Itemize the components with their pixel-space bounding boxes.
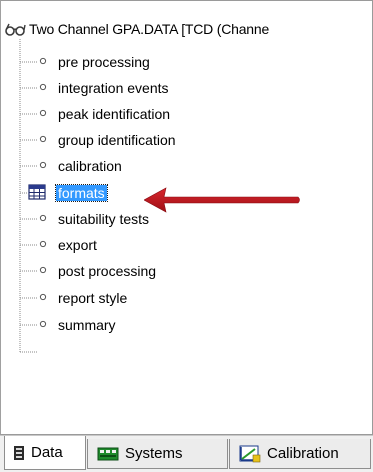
tab-label: Calibration — [267, 445, 339, 462]
tree-item-label: peak identification — [58, 106, 171, 122]
tree-item-label: group identification — [58, 132, 176, 148]
tree-item-label: calibration — [58, 158, 122, 174]
tree-item-formats[interactable]: formats — [28, 184, 108, 202]
tree-item-integration-events[interactable]: integration events — [39, 79, 171, 97]
tree-view[interactable]: Two Channel GPA.DATA [TCD (Channe pre pr… — [0, 0, 373, 435]
tree-item-export[interactable]: export — [39, 236, 99, 254]
tree-item-group-identification[interactable]: group identification — [39, 131, 178, 149]
glasses-icon — [5, 23, 26, 36]
tab-data[interactable]: Data — [4, 436, 86, 470]
tree-root-label: Two Channel GPA.DATA [TCD (Channe — [29, 21, 270, 37]
bullet-dot-icon — [39, 293, 47, 301]
tab-label: Data — [31, 444, 63, 461]
tree-item-summary[interactable]: summary — [39, 316, 118, 334]
tree-item-suitability-tests[interactable]: suitability tests — [39, 210, 151, 228]
systems-board-icon — [97, 447, 119, 460]
calibration-chart-icon — [239, 445, 261, 462]
method-tree-window: Two Channel GPA.DATA [TCD (Channe pre pr… — [0, 0, 373, 472]
bullet-dot-icon — [39, 83, 47, 91]
tree-item-label: summary — [58, 317, 116, 333]
tree-item-label: report style — [58, 290, 128, 306]
red-arrow-icon — [144, 187, 300, 213]
tree-item-label: suitability tests — [58, 211, 150, 227]
bullet-dot-icon — [39, 135, 47, 143]
bullet-dot-icon — [39, 109, 47, 117]
bullet-dot-icon — [39, 161, 47, 169]
tab-label: Systems — [125, 445, 183, 462]
tree-item-label: post processing — [58, 263, 157, 279]
bullet-dot-icon — [39, 214, 47, 222]
tree-item-peak-identification[interactable]: peak identification — [39, 105, 172, 123]
tree-item-label: export — [58, 237, 97, 253]
tree-connector-lines — [19, 39, 37, 353]
bullet-dot-icon — [39, 266, 47, 274]
tree-item-report-style[interactable]: report style — [39, 289, 129, 307]
tree-item-label: integration events — [58, 80, 169, 96]
tree-item-post-processing[interactable]: post processing — [39, 262, 158, 280]
tab-systems[interactable]: Systems — [87, 439, 228, 469]
bottom-tab-strip: Data Systems Calibration — [0, 435, 373, 472]
tree-item-pre-processing[interactable]: pre processing — [39, 53, 152, 71]
table-grid-icon — [28, 184, 46, 200]
bullet-dot-icon — [39, 320, 47, 328]
tree-item-label: formats — [55, 184, 108, 202]
data-bin-icon — [14, 445, 24, 460]
bullet-dot-icon — [39, 240, 47, 248]
tree-item-label: pre processing — [58, 54, 150, 70]
tab-calibration[interactable]: Calibration — [229, 439, 371, 469]
bullet-dot-icon — [39, 57, 47, 65]
tree-item-calibration[interactable]: calibration — [39, 157, 124, 175]
tree-root-node[interactable]: Two Channel GPA.DATA [TCD (Channe — [4, 20, 269, 38]
